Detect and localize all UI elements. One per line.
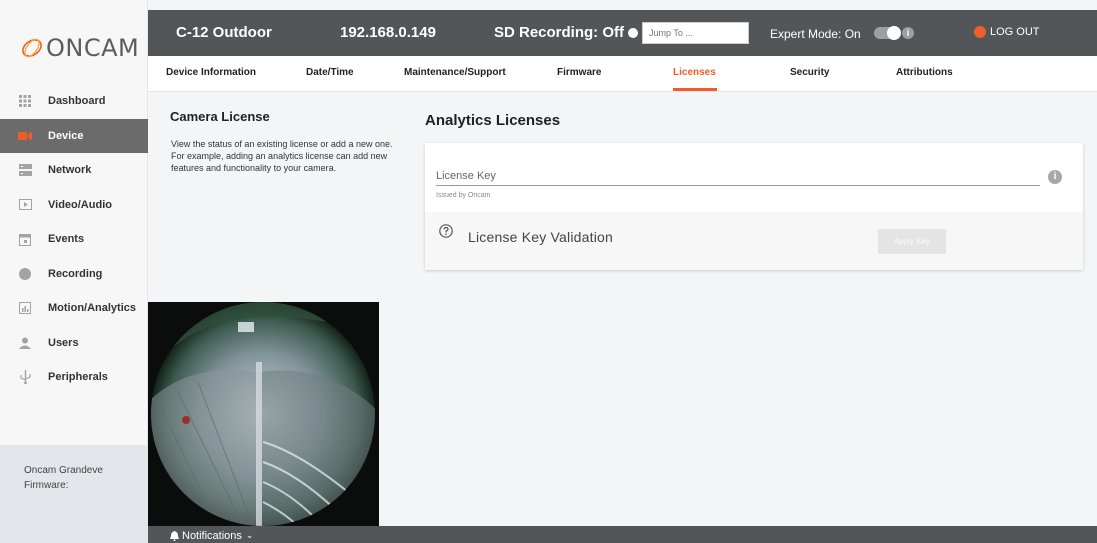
- license-key-underline: [436, 185, 1040, 186]
- calendar-icon: [18, 232, 32, 246]
- recording-dot-icon: [628, 28, 638, 38]
- chart-icon: [18, 301, 32, 315]
- device-name: C-12 Outdoor: [176, 24, 272, 41]
- jump-to-input[interactable]: [642, 22, 749, 44]
- expert-mode-label: Expert Mode: On: [770, 27, 861, 41]
- sidebar-item-network[interactable]: Network: [0, 153, 148, 188]
- camera-license-title: Camera License: [170, 109, 270, 124]
- sidebar-item-label: Users: [48, 336, 79, 349]
- license-validation-title: License Key Validation: [468, 229, 614, 245]
- license-key-input[interactable]: License Key: [436, 170, 496, 182]
- user-icon: [18, 336, 32, 350]
- sidebar-item-events[interactable]: Events: [0, 222, 148, 257]
- active-tab-indicator: [673, 88, 717, 91]
- sidebar-item-label: Recording: [48, 267, 103, 280]
- network-icon: [18, 163, 32, 177]
- info-icon[interactable]: i: [902, 27, 914, 39]
- info-icon[interactable]: i: [1048, 170, 1062, 184]
- tab-device-information[interactable]: Device Information: [166, 67, 256, 78]
- camera-preview[interactable]: [148, 302, 379, 526]
- tab-date-time[interactable]: Date/Time: [306, 67, 354, 78]
- analytics-license-card: License Key Issued by Oncam i License Ke…: [425, 143, 1083, 270]
- sidebar-item-label: Network: [48, 164, 92, 177]
- tab-security[interactable]: Security: [790, 67, 829, 78]
- analytics-licenses-title: Analytics Licenses: [425, 112, 561, 129]
- power-icon: [974, 26, 986, 38]
- camera-icon: [18, 129, 32, 143]
- sidebar: ONCAM Dashboard Device Network Video/Aud…: [0, 0, 148, 543]
- sidebar-nav: Dashboard Device Network Video/Audio Eve…: [0, 84, 148, 395]
- sd-recording-status: SD Recording: Off: [494, 24, 638, 41]
- tab-bar: Device Information Date/Time Maintenance…: [148, 56, 1097, 92]
- expert-mode-toggle[interactable]: [874, 26, 901, 40]
- sidebar-item-recording[interactable]: Recording: [0, 257, 148, 292]
- sidebar-item-dashboard[interactable]: Dashboard: [0, 84, 148, 119]
- sidebar-item-label: Video/Audio: [48, 198, 112, 211]
- toggle-knob: [887, 26, 901, 40]
- chevron-down-icon: ⌄: [245, 530, 254, 540]
- top-bar: C-12 Outdoor 192.168.0.149 SD Recording:…: [148, 10, 1097, 56]
- fisheye-image: [148, 302, 379, 526]
- tab-maintenance-support[interactable]: Maintenance/Support: [404, 67, 506, 78]
- sidebar-item-motion-analytics[interactable]: Motion/Analytics: [0, 291, 148, 326]
- camera-license-description: View the status of an existing license o…: [171, 139, 393, 173]
- license-validation-section: License Key Validation Apply Key: [425, 212, 1083, 270]
- sidebar-item-video-audio[interactable]: Video/Audio: [0, 188, 148, 223]
- license-key-helper: Issued by Oncam: [436, 192, 491, 199]
- usb-icon: [18, 370, 32, 385]
- sidebar-item-label: Device: [48, 129, 84, 142]
- sidebar-item-label: Peripherals: [48, 371, 108, 384]
- record-icon: [18, 267, 32, 281]
- tab-firmware[interactable]: Firmware: [557, 67, 601, 78]
- sidebar-item-label: Motion/Analytics: [48, 302, 137, 315]
- tab-attributions[interactable]: Attributions: [896, 67, 953, 78]
- notifications-label: Notifications: [182, 529, 242, 542]
- notifications-bar[interactable]: Notifications ⌄: [148, 526, 1097, 543]
- sidebar-item-device[interactable]: Device: [0, 118, 148, 153]
- tab-licenses[interactable]: Licenses: [673, 67, 716, 78]
- footer-product: Oncam Grandeve: [24, 465, 103, 476]
- video-icon: [18, 198, 32, 212]
- grid-icon: [18, 94, 32, 108]
- app-root: ONCAM Dashboard Device Network Video/Aud…: [0, 0, 1097, 543]
- sidebar-item-label: Events: [48, 233, 85, 246]
- logo-text: ONCAM: [46, 34, 140, 62]
- oncam-logo-icon: [22, 38, 42, 58]
- logout-button[interactable]: LOG OUT: [974, 26, 1040, 38]
- sd-recording-label: SD Recording: Off: [494, 24, 624, 41]
- oncam-logo[interactable]: ONCAM: [20, 30, 140, 66]
- ip-address: 192.168.0.149: [340, 24, 436, 41]
- sidebar-item-label: Dashboard: [48, 95, 106, 108]
- apply-key-button[interactable]: Apply Key: [878, 229, 946, 254]
- sidebar-footer: Oncam Grandeve Firmware:: [0, 445, 148, 543]
- sidebar-item-users[interactable]: Users: [0, 326, 148, 361]
- footer-firmware: Firmware:: [24, 480, 69, 491]
- question-icon: [439, 224, 453, 238]
- bell-icon: [170, 530, 179, 541]
- sidebar-item-peripherals[interactable]: Peripherals: [0, 360, 148, 395]
- logout-label: LOG OUT: [990, 26, 1040, 38]
